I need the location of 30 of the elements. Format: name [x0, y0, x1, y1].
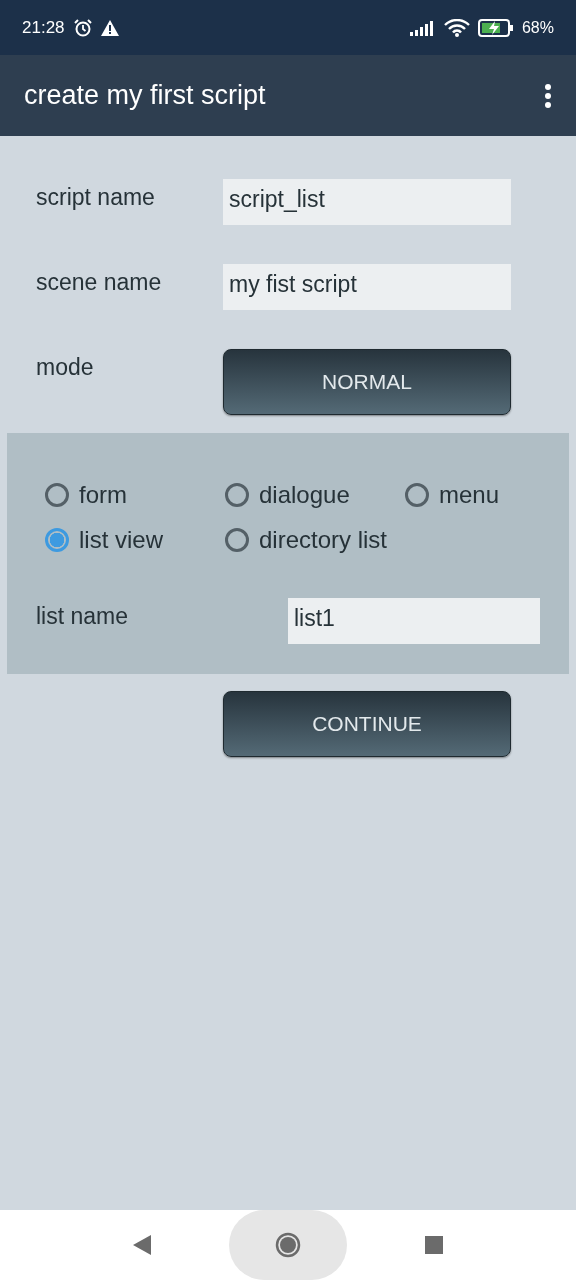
battery-icon [477, 18, 514, 37]
text-field[interactable]: my fist script [223, 264, 511, 310]
screen-title: create my first script [24, 80, 266, 111]
option-label[interactable]: menu [439, 481, 500, 509]
option-label[interactable]: directory list [259, 526, 388, 554]
home-icon[interactable] [275, 1232, 301, 1258]
radio-button[interactable] [405, 483, 429, 507]
field-label: script name [36, 183, 156, 211]
option-label[interactable]: list view [79, 526, 163, 554]
wifi-icon [443, 18, 470, 37]
text-field[interactable]: list1 [288, 598, 540, 644]
signal-icon [409, 19, 436, 36]
warning-icon [100, 19, 119, 36]
field-label: mode [36, 353, 95, 381]
continue-button[interactable]: CONTINUE [223, 691, 511, 757]
radio-button[interactable] [45, 483, 69, 507]
alarm-icon [72, 17, 93, 38]
radio-button[interactable] [45, 528, 69, 552]
radio-button[interactable] [225, 483, 249, 507]
mode-button[interactable]: NORMAL [223, 349, 511, 415]
clock-time: 21:28 [22, 17, 65, 38]
back-icon[interactable] [133, 1235, 151, 1255]
battery-percent: 68% [521, 18, 554, 37]
option-label[interactable]: dialogue [259, 481, 350, 509]
radio-button[interactable] [225, 528, 249, 552]
text-field[interactable]: script_list [223, 179, 511, 225]
more-options-icon[interactable] [544, 82, 552, 109]
field-label: list name [36, 602, 130, 630]
option-label[interactable]: form [79, 481, 127, 509]
field-label: scene name [36, 268, 163, 296]
